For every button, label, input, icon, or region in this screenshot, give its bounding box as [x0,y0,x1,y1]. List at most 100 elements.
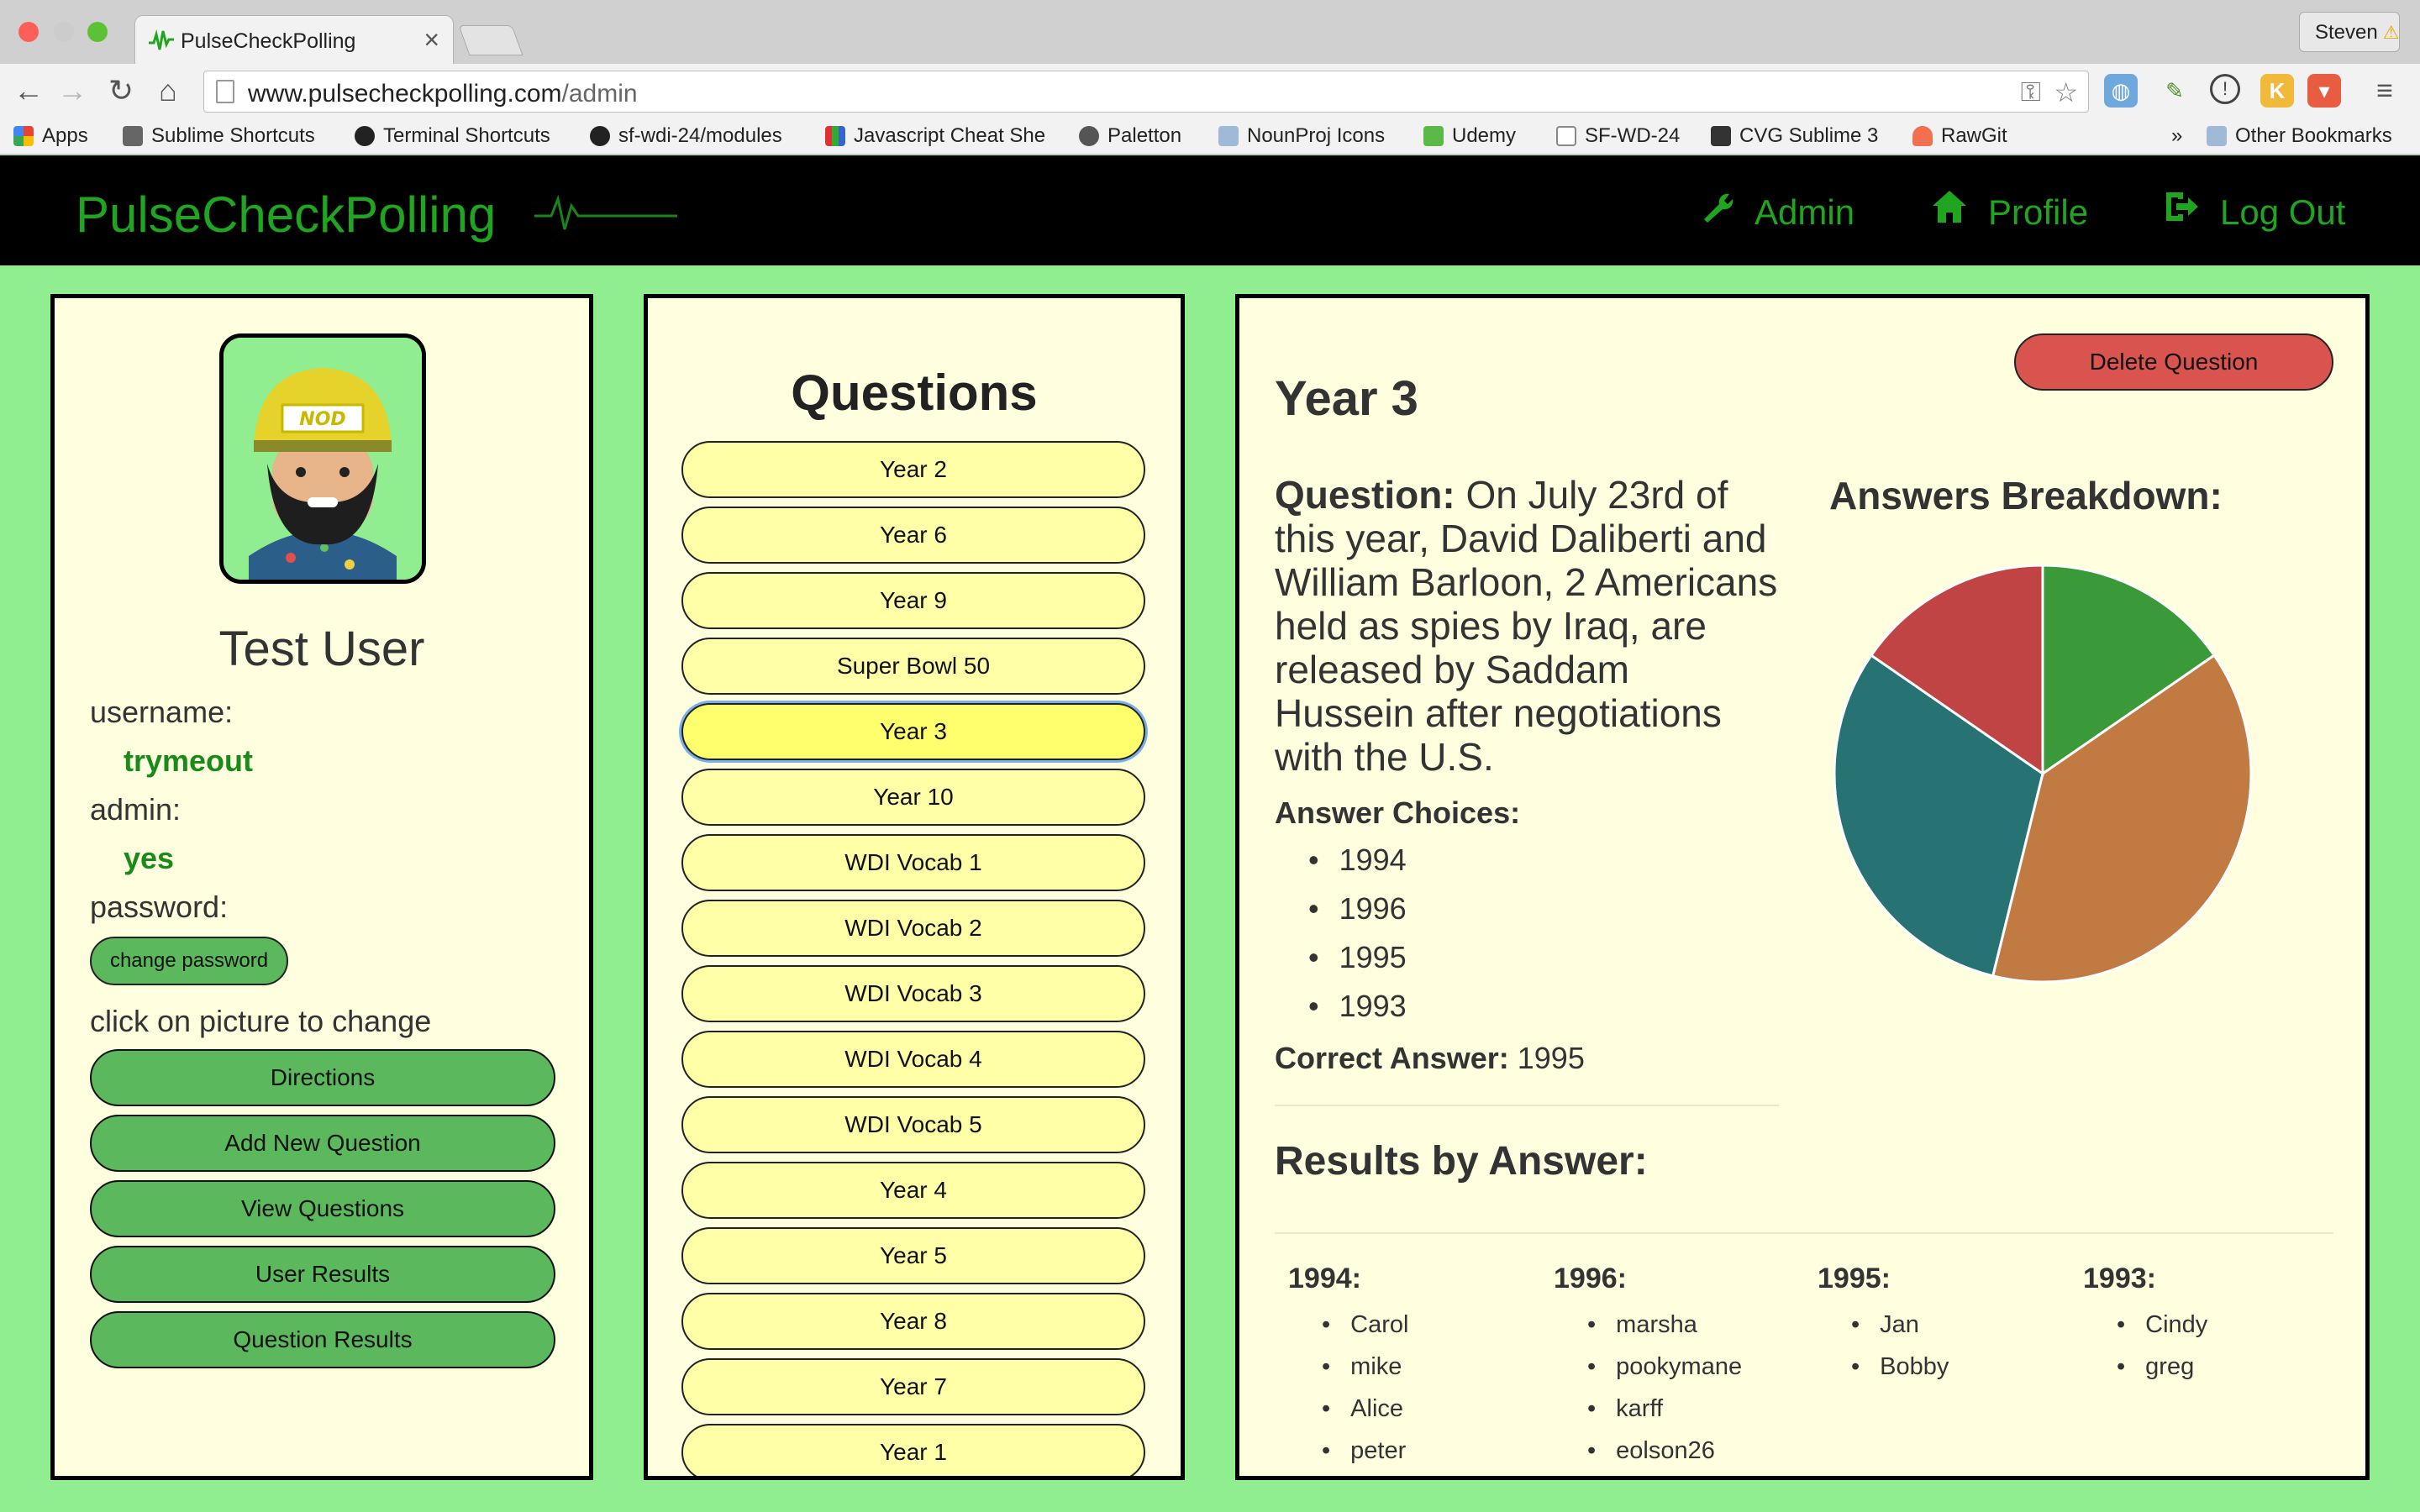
voter-name: Jan [1851,1311,1919,1339]
answer-choice: 1993 [1308,989,1407,1024]
chrome-menu-icon[interactable]: ≡ [2368,74,2402,108]
question-item[interactable]: Year 5 [681,1227,1145,1284]
forward-arrow-icon[interactable]: → [54,72,91,109]
bookmark-paletton[interactable]: Paletton [1079,124,1181,148]
apps-grid-icon [13,126,34,146]
cheatsheet-icon [825,126,845,146]
user-results-button[interactable]: User Results [90,1246,555,1303]
bookmark-terminal-shortcuts[interactable]: Terminal Shortcuts [355,124,550,148]
back-arrow-icon[interactable]: ← [10,72,47,109]
bookmark-sf-wdi-24-modules[interactable]: sf-wdi-24/modules [590,124,782,148]
bookmarks-overflow-chevron[interactable]: » [2171,124,2182,148]
nav-profile[interactable]: Profile [1931,189,2088,233]
divider [1275,1232,2333,1234]
result-column-title: 1994: [1288,1263,1361,1294]
bookmark-apps[interactable]: Apps [13,124,88,148]
bookmark-rawgit[interactable]: RawGit [1912,124,2007,148]
address-bar[interactable]: www.pulsecheckpolling.com/admin ⚿ ☆ [203,71,2089,113]
new-tab-button[interactable] [458,25,523,55]
key-icon[interactable]: ⚿ [2021,76,2041,108]
close-window-button[interactable] [18,22,39,42]
question-item[interactable]: WDI Vocab 3 [681,965,1145,1022]
result-column-title: 1993: [2083,1263,2156,1294]
home-icon [1931,189,1968,233]
profile-user-button[interactable]: Steven ⚠ [2299,12,2400,52]
zoom-window-button[interactable] [87,22,108,42]
question-item[interactable]: Year 4 [681,1162,1145,1219]
brand-logo[interactable]: PulseCheckPolling [76,186,496,244]
voter-name: marsha [1587,1311,1697,1339]
url-path: /admin [561,80,638,108]
voter-name: mike [1322,1353,1402,1381]
change-password-button[interactable]: change password [90,937,288,985]
picture-hint: click on picture to change [90,1004,432,1038]
question-body: On July 23rd of this year, David Daliber… [1275,473,1778,779]
home-browser-icon[interactable]: ⌂ [150,72,187,109]
url-host: www.pulsecheckpolling.com [248,80,562,108]
question-item[interactable]: WDI Vocab 1 [681,834,1145,891]
username-label: username: [90,695,234,729]
admin-value: yes [124,841,175,875]
voter-name: karff [1587,1395,1663,1423]
directions-button[interactable]: Directions [90,1049,555,1106]
question-item[interactable]: WDI Vocab 2 [681,900,1145,957]
questions-panel: Questions Year 2 Year 6 Year 9 Super Bow… [644,294,1185,1480]
nav-logout[interactable]: Log Out [2163,189,2345,233]
bookmark-cvg-sublime-3[interactable]: CVG Sublime 3 [1711,124,1878,148]
question-item[interactable]: Year 6 [681,507,1145,564]
correct-answer-value: 1995 [1517,1041,1585,1075]
minimize-window-button[interactable] [54,22,74,42]
result-column-title: 1995: [1818,1263,1891,1294]
question-item[interactable]: Year 7 [681,1358,1145,1415]
add-new-question-button[interactable]: Add New Question [90,1115,555,1172]
url-text[interactable]: www.pulsecheckpolling.com/admin [248,80,638,108]
avatar[interactable]: NOD [219,333,426,584]
question-item[interactable]: Year 9 [681,572,1145,629]
bookmark-star-icon[interactable]: ☆ [2054,76,2078,108]
bookmark-udemy[interactable]: Udemy [1423,124,1516,148]
github-icon [590,126,610,146]
folder-icon [2207,126,2227,146]
pocket-extension-icon[interactable]: ▾ [2307,74,2341,108]
view-questions-button[interactable]: View Questions [90,1180,555,1237]
reload-icon[interactable]: ↻ [103,72,139,109]
bookmark-javascript-cheat-sheet[interactable]: Javascript Cheat She [825,124,1045,148]
folder-icon [1218,126,1239,146]
voter-name: Alice [1322,1395,1403,1423]
question-item[interactable]: Year 10 [681,769,1145,826]
answer-choice: 1995 [1308,940,1407,975]
wrench-icon [1699,189,1734,233]
bookmark-sublime-shortcuts[interactable]: Sublime Shortcuts [123,124,315,148]
bookmark-nounproj-icons[interactable]: NounProj Icons [1218,124,1385,148]
pulse-favicon-icon [149,29,174,50]
eyedropper-extension-icon[interactable]: ✎ [2158,74,2191,108]
browser-tab[interactable]: PulseCheckPolling × [134,15,454,64]
logout-icon [2163,189,2200,233]
answer-choice: 1994 [1308,843,1407,878]
doc-icon [123,126,143,146]
question-item[interactable]: Super Bowl 50 [681,638,1145,695]
avatar-illustration: NOD [224,338,422,580]
username-value: trymeout [124,743,254,778]
question-item[interactable]: Year 1 [681,1424,1145,1476]
voter-name: peter [1322,1437,1406,1465]
nav-admin[interactable]: Admin [1699,189,1854,233]
delete-question-button[interactable]: Delete Question [2014,333,2333,391]
nav-logout-label: Log Out [2220,192,2346,232]
rawgit-icon [1912,126,1933,146]
voter-name: pookymane [1587,1353,1742,1381]
question-item-selected[interactable]: Year 3 [681,703,1145,760]
question-results-button[interactable]: Question Results [90,1311,555,1368]
page-icon [1556,126,1576,146]
question-item[interactable]: WDI Vocab 4 [681,1031,1145,1088]
info-extension-icon[interactable]: ! [2210,74,2240,104]
question-item[interactable]: WDI Vocab 5 [681,1096,1145,1153]
k-extension-icon[interactable]: K [2260,74,2294,108]
globe-extension-icon[interactable]: ◍ [2104,74,2138,108]
bookmark-sf-wd-24[interactable]: SF-WD-24 [1556,124,1680,148]
tab-close-icon[interactable]: × [424,24,439,55]
question-item[interactable]: Year 8 [681,1293,1145,1350]
profile-name: Test User [218,622,425,676]
question-item[interactable]: Year 2 [681,441,1145,498]
bookmark-other-bookmarks[interactable]: Other Bookmarks [2207,124,2392,148]
